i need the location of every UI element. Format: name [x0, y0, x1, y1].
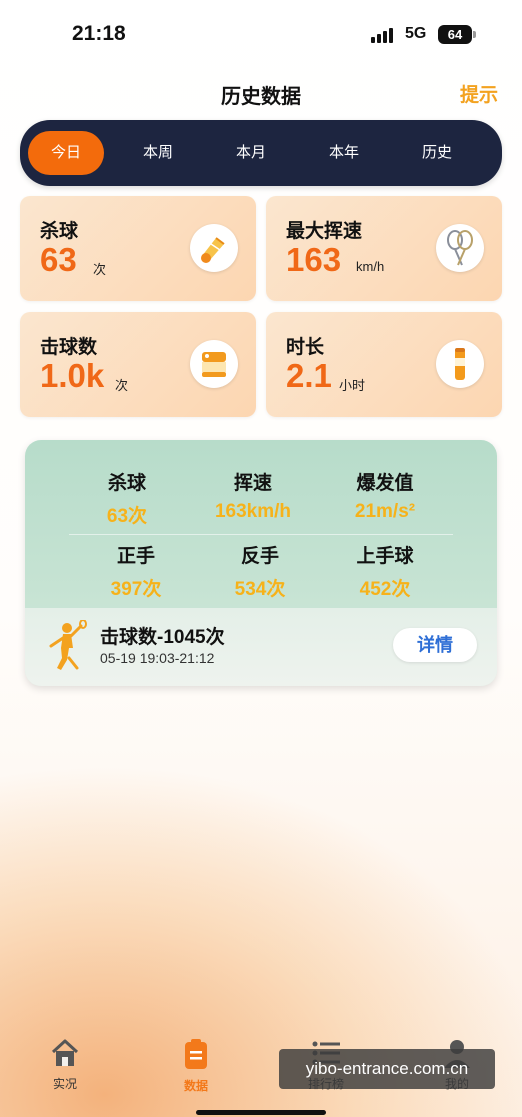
divider [69, 534, 453, 535]
stat-burst: 爆发值 21m/s² [315, 468, 455, 523]
card-value: 2.1 [286, 357, 332, 394]
nav-label: 实况 [52, 1077, 77, 1091]
battery-icon: 64 [438, 25, 476, 44]
stat-label: 正手 [116, 546, 155, 567]
status-bar: 21:18 5G 64 [0, 0, 522, 70]
card-label: 击球数 [40, 337, 98, 358]
stat-value: 397次 [110, 579, 162, 600]
card-value: 1.0k [40, 357, 105, 394]
tab-month[interactable]: 本月 [213, 131, 289, 175]
card-value: 63 [40, 241, 77, 278]
nav-item-data[interactable]: 数据 [156, 1038, 236, 1094]
card-unit: 小时 [339, 378, 366, 393]
stat-forehand: 正手 397次 [66, 541, 206, 601]
session-title: 击球数-1045次 [100, 627, 225, 648]
stat-overhead: 上手球 452次 [315, 541, 455, 601]
stat-value: 63次 [106, 506, 148, 527]
rackets-icon [436, 224, 484, 272]
period-tabs: 今日 本周 本月 本年 历史 [20, 120, 502, 186]
timer-tube-icon [436, 340, 484, 388]
detail-button[interactable]: 详情 [393, 628, 477, 662]
shuttle-tube-icon [190, 340, 238, 388]
smash-card[interactable]: 杀球 63 次 [20, 196, 256, 301]
hint-button[interactable]: 提示 [460, 80, 498, 107]
stat-label: 上手球 [356, 546, 414, 567]
session-summary-card: 杀球 63次 挥速 163km/h 爆发值 21m/s² 正手 397次 反手 … [25, 440, 497, 686]
session-time: 05-19 19:03-21:12 [100, 650, 215, 666]
card-unit: 次 [115, 378, 129, 393]
card-unit: 次 [93, 262, 107, 277]
duration-card[interactable]: 时长 2.1 小时 [266, 312, 502, 417]
card-label: 时长 [286, 337, 325, 358]
nav-item-live[interactable]: 实况 [25, 1038, 105, 1092]
stat-label: 杀球 [107, 473, 146, 494]
stat-swing-speed: 挥速 163km/h [183, 468, 323, 523]
clipboard-icon [185, 1039, 207, 1069]
shuttlecock-icon [190, 224, 238, 272]
stat-backhand: 反手 534次 [190, 541, 330, 601]
page-title: 历史数据 [221, 86, 301, 108]
watermark: yibo-entrance.com.cn [279, 1049, 495, 1089]
network-label: 5G [405, 25, 427, 42]
home-indicator [196, 1110, 326, 1115]
home-icon [51, 1039, 79, 1066]
tab-year[interactable]: 本年 [306, 131, 382, 175]
nav-header: 历史数据 提示 [0, 70, 522, 118]
stat-label: 挥速 [233, 473, 272, 494]
card-label: 最大挥速 [286, 221, 363, 242]
tab-today[interactable]: 今日 [28, 131, 104, 175]
stat-value: 452次 [359, 579, 411, 600]
nav-label: 数据 [183, 1079, 208, 1093]
card-label: 杀球 [40, 221, 79, 242]
stat-value: 163km/h [214, 501, 292, 522]
tab-history[interactable]: 历史 [399, 131, 475, 175]
hits-card[interactable]: 击球数 1.0k 次 [20, 312, 256, 417]
stat-label: 爆发值 [356, 473, 414, 494]
signal-icon [371, 27, 393, 43]
badminton-player-icon [43, 619, 87, 677]
stat-value: 534次 [234, 579, 286, 600]
stat-value: 21m/s² [354, 501, 416, 522]
stat-smash: 杀球 63次 [57, 468, 197, 528]
card-value: 163 [286, 241, 342, 278]
card-unit: km/h [356, 259, 385, 274]
status-time: 21:18 [72, 22, 126, 45]
tab-week[interactable]: 本周 [120, 131, 196, 175]
max-speed-card[interactable]: 最大挥速 163 km/h [266, 196, 502, 301]
stat-label: 反手 [240, 546, 279, 567]
session-row[interactable]: 击球数-1045次 05-19 19:03-21:12 详情 [25, 608, 497, 686]
